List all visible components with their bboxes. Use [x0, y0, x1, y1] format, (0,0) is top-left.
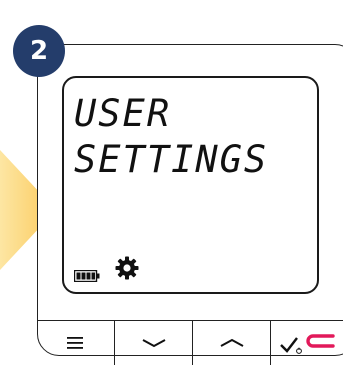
screen-line-2: SETTINGS	[74, 138, 268, 181]
up-button[interactable]	[192, 320, 270, 365]
confirm-button[interactable]	[270, 320, 343, 365]
screen-line-1: USER	[74, 92, 171, 135]
step-number: 2	[29, 36, 49, 66]
battery-full-icon	[74, 270, 100, 282]
screen-message: USER SETTINGS	[72, 90, 312, 181]
down-button[interactable]	[114, 320, 192, 365]
confirm-power-icon	[280, 333, 335, 354]
menu-button[interactable]	[37, 320, 114, 365]
gear-icon	[115, 256, 139, 280]
step-badge: 2	[13, 25, 65, 77]
menu-icon	[66, 336, 83, 349]
chevron-down-icon	[142, 338, 165, 347]
chevron-up-icon	[220, 338, 243, 347]
